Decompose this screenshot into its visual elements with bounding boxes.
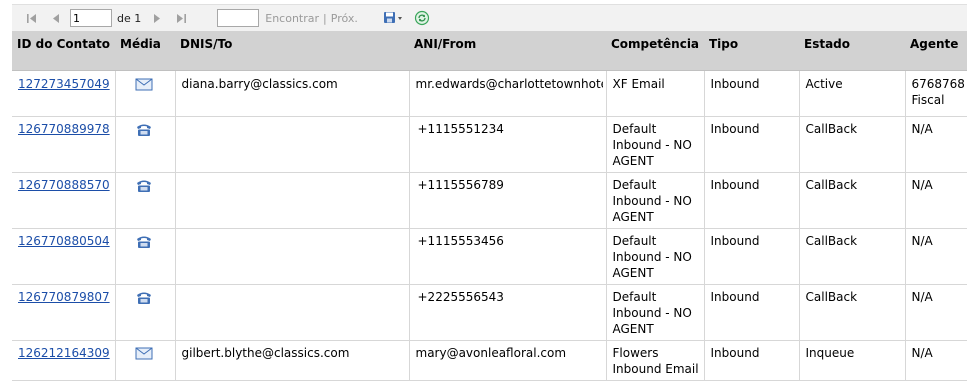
contact-id-link[interactable]: 126770889978 xyxy=(18,122,110,136)
media-cell xyxy=(114,228,175,285)
media-cell xyxy=(114,172,175,229)
contact-id-cell: 126770889978 xyxy=(12,116,115,173)
table-row: 126770889978 +1115551234 Default Inbound… xyxy=(12,116,967,173)
phone-icon xyxy=(135,291,153,305)
ani-cell: +2225556543 xyxy=(408,284,606,341)
ani-cell: +1115553456 xyxy=(408,228,606,285)
find-text-input[interactable] xyxy=(217,9,260,27)
prev-page-icon[interactable] xyxy=(46,8,66,28)
contacts-report-view: de 1 Encontrar | Próx. xyxy=(0,0,979,381)
media-cell xyxy=(114,340,175,381)
next-page-icon[interactable] xyxy=(147,8,167,28)
agent-cell: N/A xyxy=(904,172,967,229)
media-cell xyxy=(114,70,175,117)
table-row: 127273457049 diana.barry@classics.com mr… xyxy=(12,70,967,117)
first-page-icon[interactable] xyxy=(22,8,42,28)
contact-id-cell: 126212164309 xyxy=(12,340,115,381)
ani-cell: mary@avonleafloral.com xyxy=(408,340,606,381)
table-row: 126212164309 gilbert.blythe@classics.com… xyxy=(12,340,967,381)
type-cell: Inbound xyxy=(703,284,799,341)
column-header-media[interactable]: Média xyxy=(115,31,175,71)
contact-id-link[interactable]: 126770888570 xyxy=(18,178,110,192)
contact-id-link[interactable]: 126770879807 xyxy=(18,290,110,304)
dnis-cell xyxy=(174,284,409,341)
contact-id-link[interactable]: 127273457049 xyxy=(18,77,110,91)
table-header-row: ID do Contato Média DNIS/To ANI/From Com… xyxy=(12,31,967,71)
phone-icon xyxy=(135,123,153,137)
column-header-skill[interactable]: Competência xyxy=(606,31,704,71)
table-row: 126770880504 +1115553456 Default Inbound… xyxy=(12,228,967,285)
column-header-dnis[interactable]: DNIS/To xyxy=(175,31,409,71)
skill-cell: Default Inbound - NO AGENT xyxy=(605,284,704,341)
state-cell: CallBack xyxy=(798,172,905,229)
contacts-table: ID do Contato Média DNIS/To ANI/From Com… xyxy=(12,31,967,381)
media-cell xyxy=(114,284,175,341)
column-header-agent[interactable]: Agente xyxy=(905,31,967,71)
agent-cell: N/A xyxy=(904,284,967,341)
find-link[interactable]: Encontrar xyxy=(265,12,319,25)
type-cell: Inbound xyxy=(703,116,799,173)
save-export-icon[interactable] xyxy=(382,8,404,28)
email-icon xyxy=(135,78,153,92)
email-icon xyxy=(135,347,153,361)
column-header-state[interactable]: Estado xyxy=(799,31,905,71)
skill-cell: Default Inbound - NO AGENT xyxy=(605,172,704,229)
column-header-type[interactable]: Tipo xyxy=(704,31,799,71)
ani-cell: mr.edwards@charlottetownhote xyxy=(408,70,606,117)
page-count-label: de 1 xyxy=(117,11,142,25)
agent-cell: N/A xyxy=(904,116,967,173)
report-toolbar: de 1 Encontrar | Próx. xyxy=(12,4,967,31)
state-cell: CallBack xyxy=(798,116,905,173)
contact-id-cell: 126770888570 xyxy=(12,172,115,229)
type-cell: Inbound xyxy=(703,172,799,229)
agent-cell: 6768768 Fiscal xyxy=(904,70,967,117)
type-cell: Inbound xyxy=(703,70,799,117)
ani-value: mr.edwards@charlottetownhote xyxy=(415,76,603,91)
media-cell xyxy=(114,116,175,173)
page-number-input[interactable] xyxy=(70,9,112,27)
type-cell: Inbound xyxy=(703,228,799,285)
dnis-cell xyxy=(174,228,409,285)
state-cell: CallBack xyxy=(798,228,905,285)
agent-cell: N/A xyxy=(904,228,967,285)
contact-id-link[interactable]: 126770880504 xyxy=(18,234,110,248)
dnis-cell: gilbert.blythe@classics.com xyxy=(174,340,409,381)
contact-id-cell: 127273457049 xyxy=(12,70,115,117)
skill-cell: Flowers Inbound Email xyxy=(605,340,704,381)
agent-cell: N/A xyxy=(904,340,967,381)
state-cell: CallBack xyxy=(798,284,905,341)
skill-cell: Default Inbound - NO AGENT xyxy=(605,116,704,173)
table-row: 126770879807 +2225556543 Default Inbound… xyxy=(12,284,967,341)
table-row: 126770888570 +1115556789 Default Inbound… xyxy=(12,172,967,229)
state-cell: Inqueue xyxy=(798,340,905,381)
phone-icon xyxy=(135,179,153,193)
dnis-cell xyxy=(174,116,409,173)
ani-cell: +1115556789 xyxy=(408,172,606,229)
dnis-cell xyxy=(174,172,409,229)
phone-icon xyxy=(135,235,153,249)
state-cell: Active xyxy=(798,70,905,117)
contact-id-cell: 126770880504 xyxy=(12,228,115,285)
type-cell: Inbound xyxy=(703,340,799,381)
skill-cell: Default Inbound - NO AGENT xyxy=(605,228,704,285)
dnis-cell: diana.barry@classics.com xyxy=(174,70,409,117)
refresh-icon[interactable] xyxy=(412,8,432,28)
contact-id-link[interactable]: 126212164309 xyxy=(18,346,110,360)
contact-id-cell: 126770879807 xyxy=(12,284,115,341)
column-header-contact-id[interactable]: ID do Contato xyxy=(12,31,115,71)
column-header-ani[interactable]: ANI/From xyxy=(409,31,606,71)
skill-cell: XF Email xyxy=(605,70,704,117)
find-next-link[interactable]: Próx. xyxy=(331,12,358,25)
ani-cell: +1115551234 xyxy=(408,116,606,173)
toolbar-separator: | xyxy=(323,11,327,25)
last-page-icon[interactable] xyxy=(171,8,191,28)
